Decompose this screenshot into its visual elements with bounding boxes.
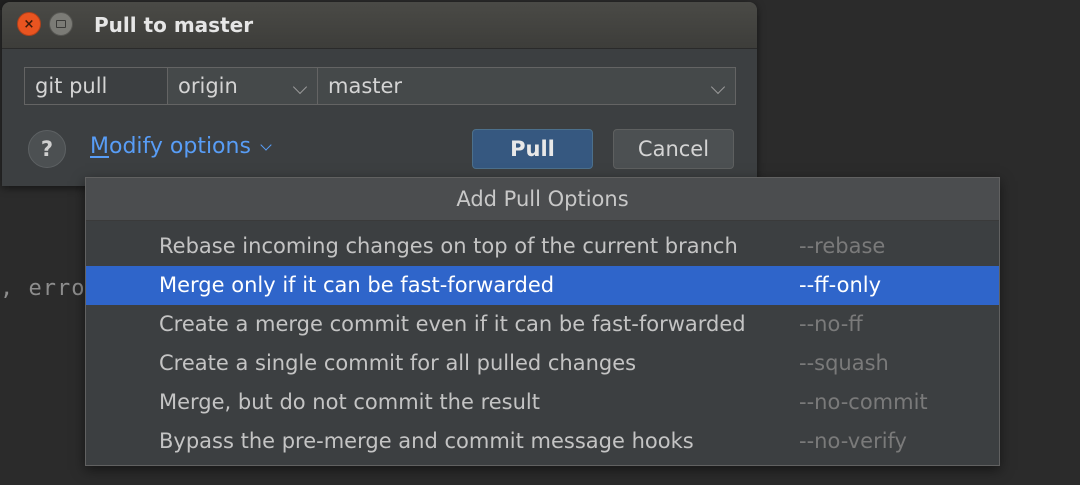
option-label: Create a merge commit even if it can be …	[159, 312, 746, 336]
option-no-ff[interactable]: Create a merge commit even if it can be …	[86, 305, 999, 344]
option-label: Merge, but do not commit the result	[159, 390, 540, 414]
pull-command-row: git pull origin master	[24, 67, 736, 105]
close-window-button[interactable]: ×	[17, 12, 41, 36]
chevron-down-icon	[292, 79, 308, 95]
branch-select[interactable]: master	[318, 67, 736, 105]
maximize-window-button[interactable]	[49, 12, 73, 36]
remote-select[interactable]: origin	[168, 67, 318, 105]
remote-value: origin	[178, 74, 238, 98]
popup-header: Add Pull Options	[86, 178, 999, 221]
cancel-button[interactable]: Cancel	[613, 129, 734, 169]
pull-dialog: × Pull to master git pull origin master …	[2, 2, 757, 186]
maximize-icon	[56, 20, 66, 28]
close-icon: ×	[23, 16, 35, 32]
option-rebase[interactable]: Rebase incoming changes on top of the cu…	[86, 227, 999, 266]
help-icon: ?	[40, 137, 54, 161]
pull-button[interactable]: Pull	[472, 129, 593, 169]
modify-options-label: Modify options	[90, 134, 251, 159]
help-button[interactable]: ?	[28, 130, 66, 168]
chevron-down-icon	[710, 79, 726, 95]
option-flag: --no-commit	[799, 390, 928, 414]
modify-options-link[interactable]: Modify options	[90, 134, 272, 159]
option-no-commit[interactable]: Merge, but do not commit the result --no…	[86, 383, 999, 422]
option-no-verify[interactable]: Bypass the pre-merge and commit message …	[86, 422, 999, 461]
branch-value: master	[328, 74, 403, 98]
option-flag: --no-ff	[799, 312, 863, 336]
chevron-down-icon	[260, 138, 272, 151]
option-flag: --rebase	[799, 234, 886, 258]
background-code-text: , erro	[0, 276, 86, 301]
add-pull-options-popup: Add Pull Options Rebase incoming changes…	[85, 177, 1000, 466]
option-label: Merge only if it can be fast-forwarded	[159, 273, 555, 297]
dialog-title: Pull to master	[94, 13, 254, 37]
option-ff-only[interactable]: Merge only if it can be fast-forwarded -…	[86, 266, 999, 305]
title-bar: × Pull to master	[2, 2, 757, 49]
option-label: Bypass the pre-merge and commit message …	[159, 429, 694, 453]
option-flag: --squash	[799, 351, 889, 375]
option-flag: --ff-only	[799, 273, 882, 297]
option-label: Create a single commit for all pulled ch…	[159, 351, 637, 375]
git-command-label: git pull	[24, 67, 168, 105]
option-label: Rebase incoming changes on top of the cu…	[159, 234, 738, 258]
option-squash[interactable]: Create a single commit for all pulled ch…	[86, 344, 999, 383]
option-flag: --no-verify	[799, 429, 907, 453]
